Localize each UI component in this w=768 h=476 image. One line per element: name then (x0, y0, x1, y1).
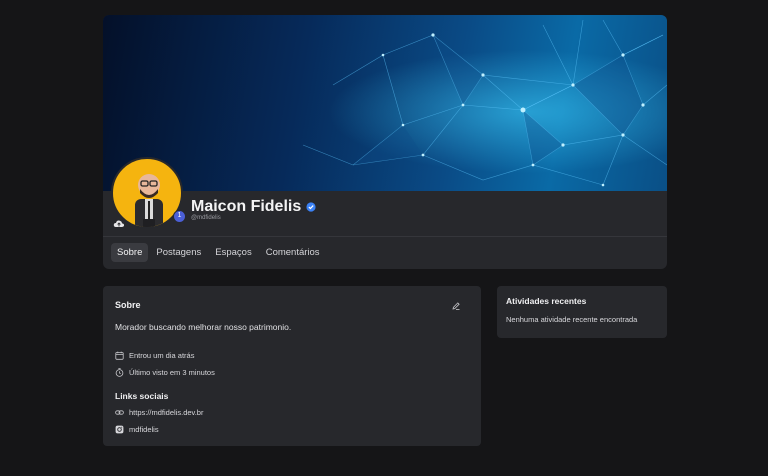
social-link-website[interactable]: https://mdfidelis.dev.br (115, 408, 203, 417)
calendar-icon (115, 351, 124, 360)
link-icon (115, 410, 124, 415)
recent-activity-card: Atividades recentes Nenhuma atividade re… (497, 286, 667, 338)
bio-text: Morador buscando melhorar nosso patrimon… (115, 322, 292, 332)
profile-name-row: Maicon Fidelis (191, 198, 316, 216)
profile-card: 1 Maicon Fidelis @mdfidelis Sobre Postag… (103, 15, 667, 269)
tab-comentarios[interactable]: Comentários (260, 243, 326, 262)
joined-row: Entrou um dia atrás (115, 351, 194, 360)
social-link-instagram-text[interactable]: mdfidelis (129, 425, 159, 434)
edit-icon[interactable] (451, 301, 461, 311)
about-title: Sobre (115, 300, 141, 310)
stopwatch-icon (115, 368, 124, 377)
social-links-title: Links sociais (115, 391, 169, 401)
notification-badge[interactable]: 1 (173, 210, 186, 223)
profile-handle: @mdfidelis (191, 215, 221, 221)
last-seen-row: Último visto em 3 minutos (115, 368, 215, 377)
recent-activity-title: Atividades recentes (506, 296, 587, 306)
tab-sobre[interactable]: Sobre (111, 243, 149, 262)
last-seen-text: Último visto em 3 minutos (129, 368, 215, 377)
about-card: Sobre Morador buscando melhorar nosso pa… (103, 286, 481, 446)
profile-banner (103, 15, 667, 191)
cloud-upload-icon[interactable] (113, 219, 125, 229)
verified-icon (306, 202, 316, 212)
network-banner-image (103, 15, 667, 191)
joined-text: Entrou um dia atrás (129, 351, 195, 360)
tab-espacos[interactable]: Espaços (209, 243, 257, 262)
recent-activity-empty: Nenhuma atividade recente encontrada (506, 315, 638, 324)
divider (103, 236, 667, 237)
profile-name: Maicon Fidelis (191, 198, 302, 215)
social-link-website-text[interactable]: https://mdfidelis.dev.br (129, 408, 203, 417)
social-link-instagram[interactable]: mdfidelis (115, 425, 159, 434)
avatar-container[interactable]: 1 (111, 157, 186, 229)
profile-tabs: Sobre Postagens Espaços Comentários (111, 243, 326, 262)
tab-postagens[interactable]: Postagens (150, 243, 207, 262)
instagram-icon (115, 425, 124, 434)
